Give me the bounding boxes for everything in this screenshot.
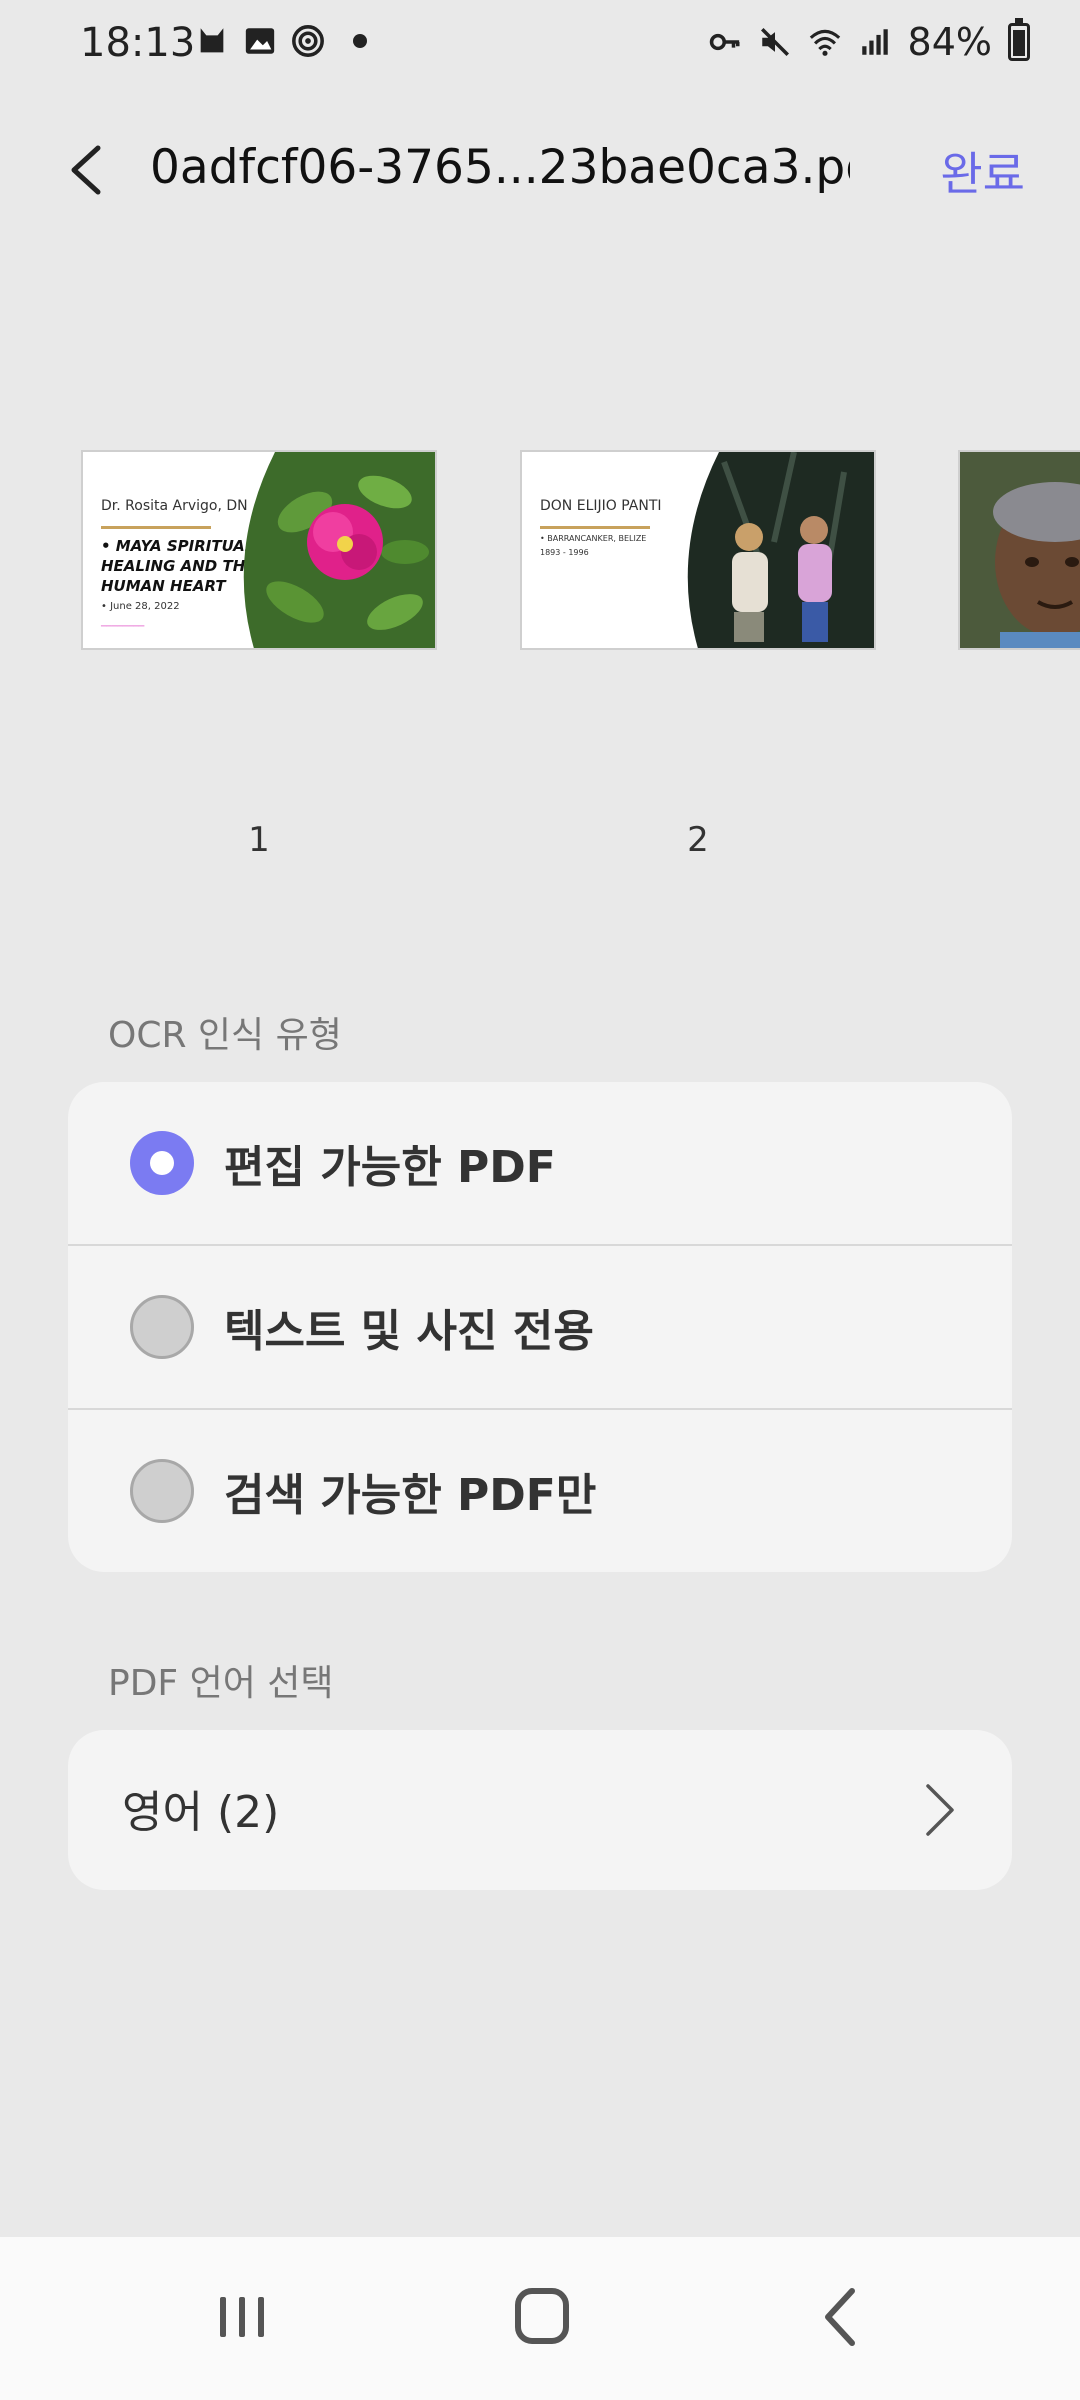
ocr-options-card: 편집 가능한 PDF 텍스트 및 사진 전용 검색 가능한 PDF만 bbox=[68, 1082, 1012, 1572]
radio-unselected-icon[interactable] bbox=[130, 1459, 194, 1523]
radio-unselected-icon[interactable] bbox=[130, 1295, 194, 1359]
portrait-photo bbox=[960, 452, 1080, 648]
language-selector[interactable]: 영어 (2) bbox=[68, 1730, 1012, 1890]
ocr-option-searchable[interactable]: 검색 가능한 PDF만 bbox=[68, 1408, 1012, 1572]
language-card: 영어 (2) bbox=[68, 1730, 1012, 1890]
language-section-label: PDF 언어 선택 bbox=[108, 1663, 334, 1704]
slide-heading: • MAYA SPIRITUAL HEALING AND THE HUMAN H… bbox=[101, 537, 256, 595]
language-value: 영어 (2) bbox=[122, 1787, 280, 1838]
ocr-section-label: OCR 인식 유형 bbox=[108, 1015, 342, 1056]
battery-percent: 84% bbox=[907, 20, 992, 64]
signal-icon bbox=[861, 29, 888, 55]
cat-icon bbox=[200, 28, 224, 53]
option-label: 편집 가능한 PDF bbox=[224, 1142, 556, 1193]
status-bar: 18:13 84% bbox=[0, 0, 1080, 90]
option-label: 텍스트 및 사진 전용 bbox=[224, 1306, 594, 1357]
page-thumbnail-2[interactable]: DON ELIJIO PANTI • BARRANCANKER, BELIZE … bbox=[520, 450, 876, 650]
home-icon[interactable] bbox=[492, 2277, 592, 2357]
recent-apps-icon[interactable] bbox=[192, 2277, 292, 2357]
file-title: 0adfcf06-3765...23bae0ca3.pdf bbox=[150, 140, 850, 195]
battery-icon bbox=[1008, 18, 1030, 61]
mute-icon bbox=[760, 27, 789, 57]
slide-footnote: ──────── bbox=[101, 622, 145, 632]
slide-heading: DON ELIJIO PANTI bbox=[540, 498, 662, 514]
ocr-option-editable[interactable]: 편집 가능한 PDF bbox=[68, 1082, 1012, 1244]
chevron-right-icon bbox=[926, 1784, 954, 1836]
slide-subtitle: • BARRANCANKER, BELIZE 1893 - 1996 bbox=[540, 534, 647, 557]
radio-selected-icon[interactable] bbox=[130, 1131, 194, 1195]
wifi-icon bbox=[809, 29, 840, 56]
image-icon bbox=[245, 28, 275, 54]
target-icon bbox=[292, 25, 324, 57]
page-thumbnails: Dr. Rosita Arvigo, DN • MAYA SPIRITUAL H… bbox=[0, 450, 1080, 870]
key-icon bbox=[709, 33, 740, 51]
page-thumbnail-3[interactable] bbox=[958, 450, 1080, 650]
flower-photo bbox=[243, 452, 435, 648]
page-number-2: 2 bbox=[687, 820, 709, 860]
system-icons: 84% bbox=[708, 18, 1030, 64]
page-thumbnail-1[interactable]: Dr. Rosita Arvigo, DN • MAYA SPIRITUAL H… bbox=[81, 450, 437, 650]
ocr-option-text-image[interactable]: 텍스트 및 사진 전용 bbox=[68, 1244, 1012, 1408]
notification-icons bbox=[195, 24, 367, 58]
option-label: 검색 가능한 PDF만 bbox=[224, 1470, 597, 1521]
slide-date: • June 28, 2022 bbox=[101, 601, 180, 612]
system-nav-bar bbox=[0, 2237, 1080, 2400]
back-arrow-icon[interactable] bbox=[50, 130, 130, 210]
people-photo bbox=[687, 452, 874, 648]
slide-author: Dr. Rosita Arvigo, DN bbox=[101, 498, 248, 514]
app-header: 0adfcf06-3765...23bae0ca3.pdf 완료 bbox=[0, 110, 1080, 230]
done-button[interactable]: 완료 bbox=[940, 138, 1025, 204]
slide-divider bbox=[101, 526, 211, 529]
back-nav-icon[interactable] bbox=[792, 2277, 892, 2357]
page-number-1: 1 bbox=[248, 820, 270, 860]
slide-divider bbox=[540, 526, 650, 529]
more-notifications-dot bbox=[353, 34, 367, 48]
status-time: 18:13 bbox=[80, 20, 196, 66]
